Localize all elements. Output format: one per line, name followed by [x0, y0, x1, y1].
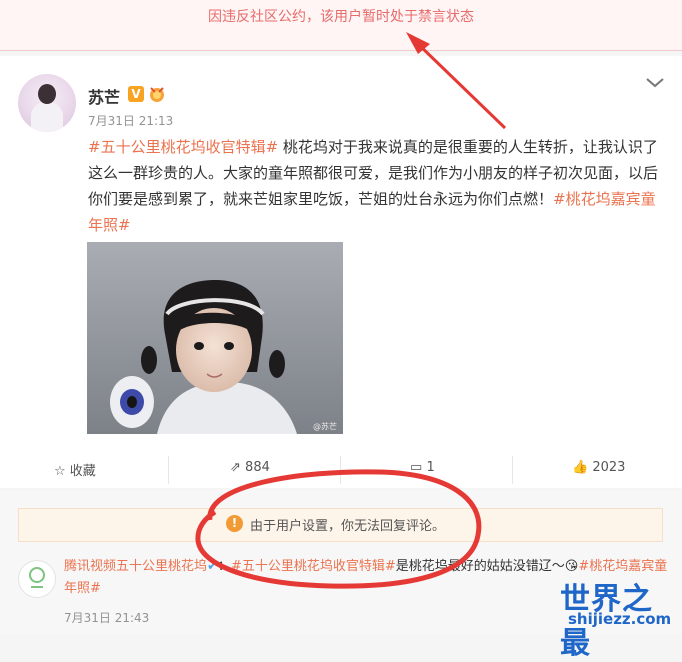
child-photo-image: @苏芒	[87, 242, 343, 434]
verified-badge-icon: V	[128, 86, 144, 102]
user-avatar[interactable]	[18, 74, 76, 132]
comment-icon: ▭	[410, 460, 423, 475]
like-button[interactable]: 👍 2023	[572, 460, 625, 475]
post-body: #五十公里桃花坞收官特辑# 桃花坞对于我来说真的是很重要的人生转折，让我认识了这…	[88, 134, 668, 238]
like-count: 2023	[592, 460, 626, 475]
avatar-figure-body	[31, 102, 63, 132]
favorite-label: 收藏	[69, 464, 96, 479]
post-username[interactable]: 苏芒	[88, 84, 120, 108]
thumbs-up-icon: 👍	[572, 460, 589, 475]
comment-timestamp: 7月31日 21:43	[64, 611, 150, 625]
post-hashtag-1[interactable]: #五十公里桃花坞收官特辑#	[88, 138, 278, 156]
comment-author-avatar[interactable]	[18, 560, 56, 598]
tencent-video-logo-icon	[29, 567, 45, 588]
post-timestamp[interactable]: 7月31日 21:13	[88, 112, 173, 129]
star-icon: ☆	[54, 464, 66, 479]
repost-icon: ⇗	[230, 460, 241, 475]
reply-disabled-text: 由于用户设置，你无法回复评论。	[250, 519, 446, 534]
action-divider	[340, 456, 341, 484]
comment-button[interactable]: ▭ 1	[410, 460, 435, 475]
vip-medal-icon	[150, 87, 164, 102]
emoji-icon: 😘	[564, 559, 579, 574]
warning-icon: !	[226, 515, 243, 532]
repost-button[interactable]: ⇗ 884	[230, 460, 270, 475]
site-watermark-domain: shijiezz.com	[568, 610, 672, 628]
photo-watermark: @苏芒	[313, 421, 337, 431]
comment-text: 是桃花坞最好的姑姑没错辽～	[395, 559, 565, 574]
muted-banner-text: 因违反社区公约，该用户暂时处于禁言状态	[208, 9, 474, 25]
post-photo[interactable]: @苏芒	[87, 242, 343, 434]
comment-count: 1	[426, 460, 435, 475]
action-divider	[168, 456, 169, 484]
repost-count: 884	[245, 460, 270, 475]
comment-hashtag-1[interactable]: #五十公里桃花坞收官特辑#	[231, 559, 396, 574]
action-divider	[512, 456, 513, 484]
favorite-button[interactable]: ☆ 收藏	[54, 460, 96, 479]
avatar-figure-head	[38, 84, 56, 104]
comment-separator: ：	[217, 559, 231, 574]
comment-author-name[interactable]: 腾讯视频五十公里桃花坞	[64, 559, 207, 574]
chevron-down-icon[interactable]	[644, 76, 666, 90]
verified-v-icon: ✔	[207, 559, 218, 574]
